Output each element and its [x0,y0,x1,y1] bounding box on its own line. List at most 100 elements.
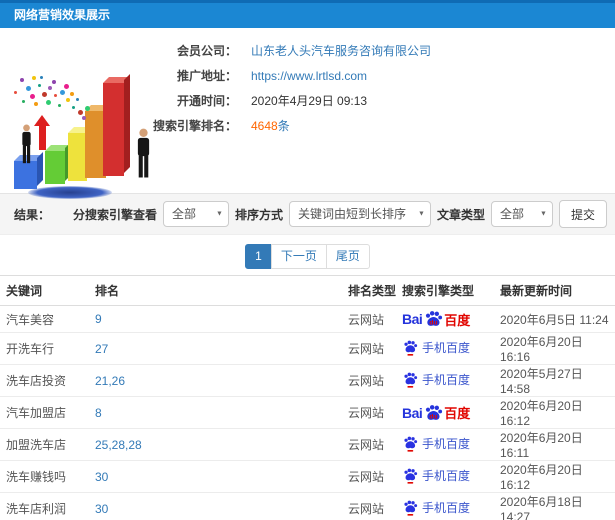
rank-cell: 9 [95,306,348,333]
member-info-row: 搜索引擎排名： 4648条 [152,113,615,138]
mobile-baidu-logo: 手机百度 [402,371,470,388]
rank-link[interactable]: 21,26 [95,374,125,388]
engine-cell: Bai du 百度 [402,306,500,333]
rank-cell: 30 [95,493,348,520]
rank-type-cell: 云网站 [348,312,385,327]
top-section: 会员公司： 山东老人头汽车服务咨询有限公司 推广地址： https://www.… [0,28,615,199]
baidu-logo: Bai du 百度 [402,403,470,423]
table-row: 洗车店投资 21,26 云网站 手机百度 2020年5月27日 14:58 [0,365,615,397]
submit-button[interactable]: 提交 [558,200,607,228]
engine-cell: 手机百度 [402,493,500,520]
table-header-row: 关键词 排名 排名类型 搜索引擎类型 最新更新时间 [0,275,615,306]
chart-base-shadow [28,186,112,199]
baidu-logo: Bai du 百度 [402,309,470,329]
member-info-value: 4648条 [251,119,290,133]
keyword-cell: 洗车赚钱吗 [6,470,67,484]
col-updated: 最新更新时间 [500,284,573,298]
table-row: 汽车加盟店 8 云网站 Bai du 百度 2020年6月20日 16:12 [0,397,615,429]
page-button[interactable]: 尾页 [325,244,370,269]
mobile-baidu-paw-icon [404,372,418,388]
mobile-baidu-paw-icon [404,500,418,516]
mobile-baidu-logo: 手机百度 [402,339,470,356]
marketing-chart-illustration [2,36,167,199]
col-keyword: 关键词 [6,284,43,298]
baidu-paw-icon: du [426,311,443,327]
member-info-label: 搜索引擎排名： [152,119,237,133]
baidu-wordmark-bai: Bai [402,311,423,327]
member-info-value[interactable]: 山东老人头汽车服务咨询有限公司 [251,42,431,59]
member-info-row: 会员公司： 山东老人头汽车服务咨询有限公司 [152,38,615,63]
page-current[interactable]: 1 [245,244,272,269]
engine-filter-label: 分搜索引擎查看 [72,207,157,222]
table-row: 洗车赚钱吗 30 云网站 手机百度 2020年6月20日 16:12 [0,461,615,493]
engine-filter-select[interactable]: 全部 [162,201,229,227]
svg-text:du: du [430,320,438,327]
mobile-baidu-paw-icon [404,436,418,452]
col-engine-type: 搜索引擎类型 [402,284,475,298]
member-info-row: 开通时间： 2020年4月29日 09:13 [152,88,615,113]
bar-red [103,74,130,176]
updated-cell: 2020年6月18日 14:27 [500,495,583,520]
updated-cell: 2020年6月20日 16:12 [500,463,583,492]
rank-type-cell: 云网站 [348,342,385,356]
member-info-value[interactable]: https://www.lrtlsd.com [251,69,367,83]
rank-link[interactable]: 30 [95,502,108,516]
engine-cell: 手机百度 [402,365,500,397]
filter-group: 分搜索引擎查看 全部 排序方式 关键词由短到长排序 文章类型 全部 提交 [73,200,607,228]
baidu-paw-icon: du [426,404,443,420]
keyword-cell: 洗车店利润 [6,502,67,516]
rank-cell: 21,26 [95,365,348,397]
rank-link[interactable]: 27 [95,342,108,356]
businessman-right-icon [137,128,150,178]
keyword-cell: 加盟洗车店 [6,438,67,452]
mobile-baidu-label: 手机百度 [422,468,471,483]
engine-cell: 手机百度 [402,333,500,365]
rank-cell: 27 [95,333,348,365]
results-table: 关键词 排名 排名类型 搜索引擎类型 最新更新时间 汽车美容 9 云网站 Bai… [0,275,615,520]
rank-type-cell: 云网站 [348,406,385,420]
keyword-cell: 汽车美容 [6,312,55,327]
article-type-select[interactable]: 全部 [490,201,553,227]
article-type-label: 文章类型 [436,207,485,222]
mobile-baidu-label: 手机百度 [422,436,471,451]
col-rank-type: 排名类型 [348,284,397,298]
rank-cell: 30 [95,461,348,493]
growth-arrow-icon [34,115,50,150]
baidu-wordmark-cn: 百度 [444,312,471,328]
mobile-baidu-label: 手机百度 [422,372,471,387]
member-info-label: 会员公司： [176,44,237,58]
rank-cell: 8 [95,397,348,429]
rank-type-cell: 云网站 [348,470,385,484]
mobile-baidu-logo: 手机百度 [402,499,470,516]
mobile-baidu-label: 手机百度 [422,500,471,515]
member-info-panel: 会员公司： 山东老人头汽车服务咨询有限公司 推广地址： https://www.… [152,38,615,138]
page-button[interactable]: 下一页 [270,244,327,269]
updated-cell: 2020年5月27日 14:58 [500,367,583,396]
pagination: 1 下一页 尾页 [0,244,615,269]
updated-cell: 2020年6月20日 16:11 [500,431,583,460]
baidu-wordmark-bai: Bai [402,404,423,421]
keyword-cell: 开洗车行 [6,342,55,356]
col-rank: 排名 [95,284,120,298]
rank-link[interactable]: 8 [95,406,102,420]
bar-blue [14,152,43,189]
rank-link[interactable]: 9 [95,312,102,326]
table-row: 汽车美容 9 云网站 Bai du 百度 2020年6月5日 11:24 [0,306,615,333]
sort-label: 排序方式 [234,207,283,222]
mobile-baidu-logo: 手机百度 [402,435,470,452]
engine-cell: 手机百度 [402,461,500,493]
rank-link[interactable]: 25,28,28 [95,438,142,452]
keyword-cell: 洗车店投资 [6,374,67,388]
sort-select[interactable]: 关键词由短到长排序 [288,201,431,227]
updated-cell: 2020年6月5日 11:24 [500,312,609,327]
rank-type-cell: 云网站 [348,502,385,516]
mobile-baidu-logo: 手机百度 [402,467,470,484]
rank-cell: 25,28,28 [95,429,348,461]
page-title: 网络营销效果展示 [0,0,615,28]
engine-cell: 手机百度 [402,429,500,461]
bar-green [45,142,71,184]
member-info-label: 推广地址： [176,69,237,83]
table-row: 开洗车行 27 云网站 手机百度 2020年6月20日 16:16 [0,333,615,365]
filter-bar: 结果： 分搜索引擎查看 全部 排序方式 关键词由短到长排序 文章类型 全部 提交 [0,193,615,235]
rank-link[interactable]: 30 [95,470,108,484]
